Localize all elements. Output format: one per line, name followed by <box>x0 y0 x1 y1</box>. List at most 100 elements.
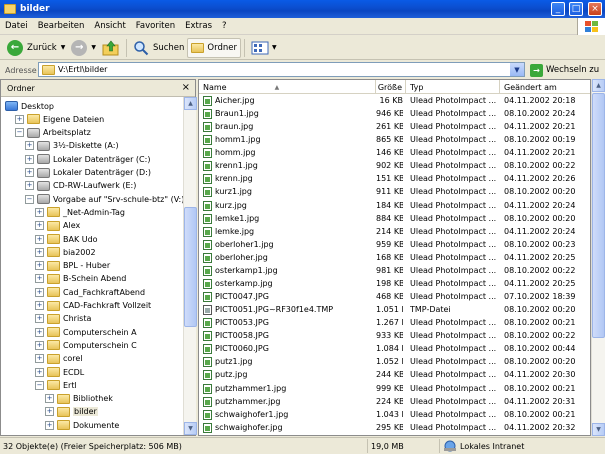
menu-help[interactable]: ? <box>217 21 232 31</box>
expand-icon[interactable]: + <box>25 154 34 164</box>
file-row[interactable]: osterkamp.jpg 198 KB Ulead PhotoImpact ...… <box>199 278 590 291</box>
file-row[interactable]: Aicher.jpg 16 KB Ulead PhotoImpact ... 04.1… <box>199 95 590 108</box>
close-button[interactable]: × <box>588 2 602 16</box>
file-row[interactable]: Braun1.jpg 946 KB Ulead PhotoImpact ... 08.… <box>199 108 590 121</box>
collapse-icon[interactable]: − <box>15 128 24 138</box>
expand-icon[interactable]: + <box>35 314 44 324</box>
tree-item[interactable]: + Bibliothek <box>45 393 113 405</box>
tree-item[interactable]: − Ertl <box>35 379 77 391</box>
expand-icon[interactable]: + <box>25 181 34 191</box>
scroll-down-icon[interactable]: ▼ <box>592 423 605 436</box>
tree-scrollbar[interactable]: ▲ ▼ <box>183 97 197 435</box>
expand-icon[interactable]: + <box>25 168 34 177</box>
file-row[interactable]: PICT0060.JPG 1.084 KB Ulead PhotoImpact ..… <box>199 343 590 356</box>
tree-item[interactable]: + CAD-Fachkraft Vollzeit <box>35 300 151 312</box>
tree-item[interactable]: − Arbeitsplatz <box>15 127 91 139</box>
tree-item[interactable]: + CD-RW-Laufwerk (E:) <box>25 180 136 192</box>
expand-icon[interactable]: + <box>25 141 34 151</box>
tree-item[interactable]: + Alex <box>35 220 80 232</box>
expand-icon[interactable]: + <box>35 301 44 310</box>
expand-icon[interactable]: + <box>35 287 44 297</box>
tree-item[interactable]: + ECDL <box>35 366 84 378</box>
tree-item[interactable]: + Cad_FachkraftAbend <box>35 286 145 298</box>
tree-item[interactable]: + bilder <box>45 406 98 418</box>
close-pane-button[interactable]: × <box>182 82 190 93</box>
file-row[interactable]: osterkamp1.jpg 981 KB Ulead PhotoImpact ..… <box>199 265 590 278</box>
tree-item[interactable]: Desktop <box>5 100 54 112</box>
tree-item[interactable]: + BPL - Huber <box>35 260 110 272</box>
forward-button[interactable]: → ▼ <box>68 38 99 58</box>
views-button[interactable]: ▼ <box>248 38 280 58</box>
tree-item[interactable]: + Computerschein A <box>35 326 137 338</box>
tree-item[interactable]: + Lokaler Datenträger (D:) <box>25 167 151 179</box>
file-row[interactable]: lemke1.jpg 884 KB Ulead PhotoImpact ... 08.… <box>199 213 590 226</box>
scroll-down-icon[interactable]: ▼ <box>184 422 197 435</box>
search-button[interactable]: Suchen <box>130 38 187 58</box>
title-bar[interactable]: bilder _ □ × <box>0 0 605 18</box>
file-row[interactable]: homm.jpg 146 KB Ulead PhotoImpact ... 04.11… <box>199 147 590 160</box>
file-row[interactable]: krenn1.jpg 902 KB Ulead PhotoImpact ... 08.… <box>199 160 590 173</box>
tree-item[interactable]: + Dokumente <box>45 419 119 431</box>
up-folder-button[interactable] <box>99 38 123 58</box>
menu-favoriten[interactable]: Favoriten <box>131 21 180 31</box>
maximize-button[interactable]: □ <box>569 2 583 16</box>
collapse-icon[interactable]: − <box>35 380 44 390</box>
file-row[interactable]: PICT0051.JPG~RF30f1e4.TMP 1.051 KB TMP-Dat… <box>199 304 590 317</box>
scroll-up-icon[interactable]: ▲ <box>184 97 197 110</box>
tree-item[interactable]: + BAK Udo <box>35 233 98 245</box>
file-row[interactable]: kurz1.jpg 911 KB Ulead PhotoImpact ... 08.1… <box>199 186 590 199</box>
tree-item[interactable]: + _Net-Admin-Tag <box>35 206 125 218</box>
tree-item[interactable]: + bia2002 <box>35 246 96 258</box>
expand-icon[interactable]: + <box>35 234 44 244</box>
expand-icon[interactable]: + <box>15 114 24 124</box>
tree-item[interactable]: + Eigene Dateien <box>15 113 104 125</box>
file-row[interactable]: oberloher1.jpg 959 KB Ulead PhotoImpact ..… <box>199 239 590 252</box>
menu-bearbeiten[interactable]: Bearbeiten <box>33 21 90 31</box>
menu-datei[interactable]: Datei <box>0 21 33 31</box>
file-row[interactable]: putz1.jpg 1.052 KB Ulead PhotoImpact ... 08… <box>199 356 590 369</box>
expand-icon[interactable]: + <box>45 407 54 417</box>
file-row[interactable]: putzhammer.jpg 224 KB Ulead PhotoImpact ..… <box>199 396 590 409</box>
scroll-thumb[interactable] <box>592 93 605 338</box>
menu-extras[interactable]: Extras <box>180 21 217 31</box>
expand-icon[interactable]: + <box>35 247 44 257</box>
file-row[interactable]: oberloher.jpg 168 KB Ulead PhotoImpact ...… <box>199 252 590 265</box>
expand-icon[interactable]: + <box>35 327 44 337</box>
expand-icon[interactable]: + <box>35 221 44 231</box>
expand-icon[interactable]: + <box>35 274 44 284</box>
expand-icon[interactable]: + <box>35 367 44 377</box>
go-button[interactable]: → Wechseln zu <box>530 61 599 79</box>
file-row[interactable]: PICT0053.JPG 1.267 KB Ulead PhotoImpact ..… <box>199 317 590 330</box>
file-row[interactable]: kurz.jpg 184 KB Ulead PhotoImpact ... 04.11… <box>199 200 590 213</box>
tree-item[interactable]: + Christa <box>35 313 91 325</box>
list-scrollbar[interactable]: ▲ ▼ <box>591 79 605 436</box>
file-row[interactable]: schwaighofer1.jpg 1.043 KB Ulead PhotoImpa… <box>199 409 590 422</box>
address-field[interactable]: V:\Ertl\bilder ▼ <box>38 62 525 77</box>
column-name[interactable]: Name ▲ <box>199 80 376 94</box>
file-row[interactable]: krenn.jpg 151 KB Ulead PhotoImpact ... 04.1… <box>199 173 590 186</box>
file-row[interactable]: putz.jpg 244 KB Ulead PhotoImpact ... 04.11… <box>199 369 590 382</box>
scroll-up-icon[interactable]: ▲ <box>592 79 605 92</box>
tree-item[interactable]: − Vorgabe auf "Srv-schule-btz" (V:) <box>25 193 183 205</box>
tree-item[interactable]: + Computerschein C <box>35 339 137 351</box>
tree-item[interactable]: + Lokaler Datenträger (C:) <box>25 153 150 165</box>
expand-icon[interactable]: + <box>35 354 44 364</box>
expand-icon[interactable]: + <box>35 340 44 350</box>
tree-item[interactable]: + B-Schein Abend <box>35 273 126 285</box>
column-size[interactable]: Größe <box>376 80 406 94</box>
file-row[interactable]: homm1.jpg 865 KB Ulead PhotoImpact ... 08.1… <box>199 134 590 147</box>
expand-icon[interactable]: + <box>35 207 44 217</box>
expand-icon[interactable]: + <box>45 394 54 404</box>
back-button[interactable]: ← Zurück ▼ <box>4 38 68 58</box>
menu-ansicht[interactable]: Ansicht <box>89 21 130 31</box>
file-row[interactable]: PICT0058.JPG 933 KB Ulead PhotoImpact ... 0… <box>199 330 590 343</box>
file-row[interactable]: putzhammer1.jpg 999 KB Ulead PhotoImpact .… <box>199 383 590 396</box>
file-row[interactable]: braun.jpg 261 KB Ulead PhotoImpact ... 04.1… <box>199 121 590 134</box>
column-type[interactable]: Typ <box>406 80 500 94</box>
chevron-down-icon[interactable]: ▼ <box>510 63 524 76</box>
tree-item[interactable]: + corel <box>35 353 83 365</box>
tree-item[interactable]: +3½-Diskette (A:) <box>25 140 119 152</box>
minimize-button[interactable]: _ <box>551 2 565 16</box>
folders-button[interactable]: Ordner <box>187 37 241 58</box>
collapse-icon[interactable]: − <box>25 194 34 204</box>
